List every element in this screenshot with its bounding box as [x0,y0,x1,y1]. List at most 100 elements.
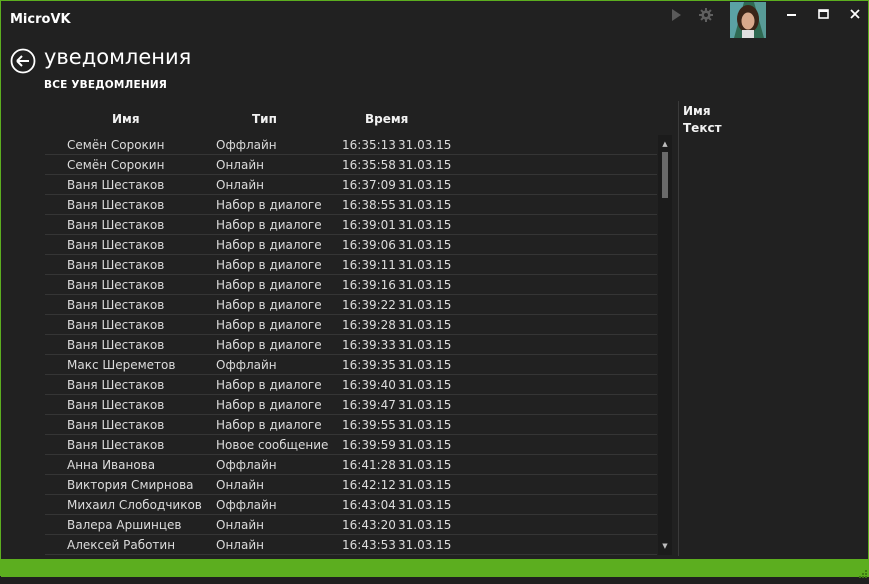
cell-date: 31.03.15 [398,198,452,212]
table-row[interactable]: Ваня Шестаков Набор в диалоге 16:39:47 31.0… [45,395,657,415]
table-row[interactable]: Ваня Шестаков Набор в диалоге 16:39:55 31.0… [45,415,657,435]
table-row[interactable]: Ваня Шестаков Набор в диалоге 16:39:33 31.0… [45,335,657,355]
cell-name: Ваня Шестаков [67,238,165,252]
vertical-scrollbar[interactable]: ▲ ▼ [658,135,672,555]
section-label: ВСЕ УВЕДОМЛЕНИЯ [44,79,168,91]
cell-type: Набор в диалоге [216,318,322,332]
cell-date: 31.03.15 [398,318,452,332]
table-row[interactable]: Ваня Шестаков Набор в диалоге 16:39:28 31.0… [45,315,657,335]
cell-date: 31.03.15 [398,158,452,172]
cell-date: 31.03.15 [398,398,452,412]
cell-name: Анна Иванова [67,458,156,472]
cell-type: Онлайн [216,478,264,492]
cell-name: Ваня Шестаков [67,418,165,432]
cell-time: 16:39:33 [342,338,396,352]
column-header-type[interactable]: Тип [252,112,277,126]
close-icon[interactable] [842,5,868,25]
table-row[interactable]: Ваня Шестаков Набор в диалоге 16:38:55 31.0… [45,195,657,215]
maximize-icon[interactable] [811,5,837,25]
table-row[interactable]: Ваня Шестаков Набор в диалоге 16:39:01 31.0… [45,215,657,235]
cell-date: 31.03.15 [398,538,452,552]
table-row[interactable]: Ваня Шестаков Новое сообщение 16:39:59 31.0… [45,435,657,455]
scroll-up-icon[interactable]: ▲ [658,137,672,151]
cell-time: 16:39:40 [342,378,396,392]
table-row[interactable]: Ваня Шестаков Онлайн 16:37:09 31.03.15 [45,175,657,195]
cell-time: 16:37:09 [342,178,396,192]
page-title: уведомления [44,45,192,69]
minimize-icon[interactable] [779,5,805,25]
play-icon[interactable] [668,7,684,23]
cell-name: Валера Аршинцев [67,518,182,532]
cell-name: Михаил Слободчиков [67,498,202,512]
cell-date: 31.03.15 [398,278,452,292]
cell-type: Набор в диалоге [216,258,322,272]
gear-icon[interactable] [698,7,714,23]
cell-name: Алексей Работин [67,538,176,552]
cell-time: 16:38:55 [342,198,396,212]
table-row[interactable]: Михаил Слободчиков Оффлайн 16:43:04 31.03.1… [45,495,657,515]
cell-date: 31.03.15 [398,138,452,152]
table-row[interactable]: Анна Иванова Оффлайн 16:41:28 31.03.15 [45,455,657,475]
table-row[interactable]: Ваня Шестаков Набор в диалоге 16:39:16 31.0… [45,275,657,295]
cell-time: 16:35:13 [342,138,396,152]
cell-type: Набор в диалоге [216,218,322,232]
cell-time: 16:43:20 [342,518,396,532]
cell-name: Семён Сорокин [67,138,165,152]
cell-type: Набор в диалоге [216,378,322,392]
cell-time: 16:41:28 [342,458,396,472]
cell-time: 16:43:53 [342,538,396,552]
cell-time: 16:39:11 [342,258,396,272]
cell-type: Онлайн [216,538,264,552]
cell-time: 16:39:16 [342,278,396,292]
cell-type: Онлайн [216,158,264,172]
cell-name: Ваня Шестаков [67,198,165,212]
cell-date: 31.03.15 [398,238,452,252]
cell-name: Ваня Шестаков [67,258,165,272]
cell-date: 31.03.15 [398,178,452,192]
cell-name: Ваня Шестаков [67,218,165,232]
detail-name-label: Имя [683,104,711,118]
cell-time: 16:42:12 [342,478,396,492]
cell-time: 16:39:47 [342,398,396,412]
cell-name: Ваня Шестаков [67,318,165,332]
cell-time: 16:39:59 [342,438,396,452]
cell-type: Оффлайн [216,458,277,472]
table-row[interactable]: Ваня Шестаков Набор в диалоге 16:39:06 31.0… [45,235,657,255]
cell-time: 16:39:06 [342,238,396,252]
table-row[interactable]: Ваня Шестаков Набор в диалоге 16:39:22 31.0… [45,295,657,315]
scroll-thumb[interactable] [662,152,668,198]
cell-type: Набор в диалоге [216,398,322,412]
cell-name: Виктория Смирнова [67,478,194,492]
status-bar [1,559,869,578]
table-row[interactable]: Семён Сорокин Онлайн 16:35:58 31.03.15 [45,155,657,175]
cell-type: Онлайн [216,518,264,532]
cell-type: Оффлайн [216,498,277,512]
column-header-name[interactable]: Имя [112,112,140,126]
cell-date: 31.03.15 [398,358,452,372]
table-row[interactable]: Виктория Смирнова Онлайн 16:42:12 31.03.15 [45,475,657,495]
cell-type: Новое сообщение [216,438,329,452]
back-button[interactable] [10,48,36,74]
cell-type: Набор в диалоге [216,298,322,312]
table-row[interactable]: Валера Аршинцев Онлайн 16:43:20 31.03.15 [45,515,657,535]
column-header-time[interactable]: Время [365,112,408,126]
table-row[interactable]: Семён Сорокин Оффлайн 16:35:13 31.03.15 [45,135,657,155]
cell-name: Ваня Шестаков [67,438,165,452]
table-row[interactable]: Ваня Шестаков Набор в диалоге 16:39:11 31.0… [45,255,657,275]
avatar[interactable] [730,2,766,38]
cell-name: Ваня Шестаков [67,278,165,292]
table-row[interactable]: Алексей Работин Онлайн 16:43:53 31.03.15 [45,535,657,555]
notifications-list[interactable]: Семён Сорокин Оффлайн 16:35:13 31.03.15 Сем… [45,135,657,555]
cell-date: 31.03.15 [398,258,452,272]
cell-date: 31.03.15 [398,298,452,312]
cell-type: Набор в диалоге [216,198,322,212]
cell-time: 16:39:55 [342,418,396,432]
scroll-down-icon[interactable]: ▼ [658,539,672,553]
table-row[interactable]: Ваня Шестаков Набор в диалоге 16:39:40 31.0… [45,375,657,395]
cell-date: 31.03.15 [398,218,452,232]
table-row[interactable]: Макс Шереметов Оффлайн 16:39:35 31.03.15 [45,355,657,375]
cell-type: Онлайн [216,178,264,192]
cell-time: 16:39:28 [342,318,396,332]
resize-grip-icon[interactable] [857,565,867,578]
cell-type: Набор в диалоге [216,418,322,432]
